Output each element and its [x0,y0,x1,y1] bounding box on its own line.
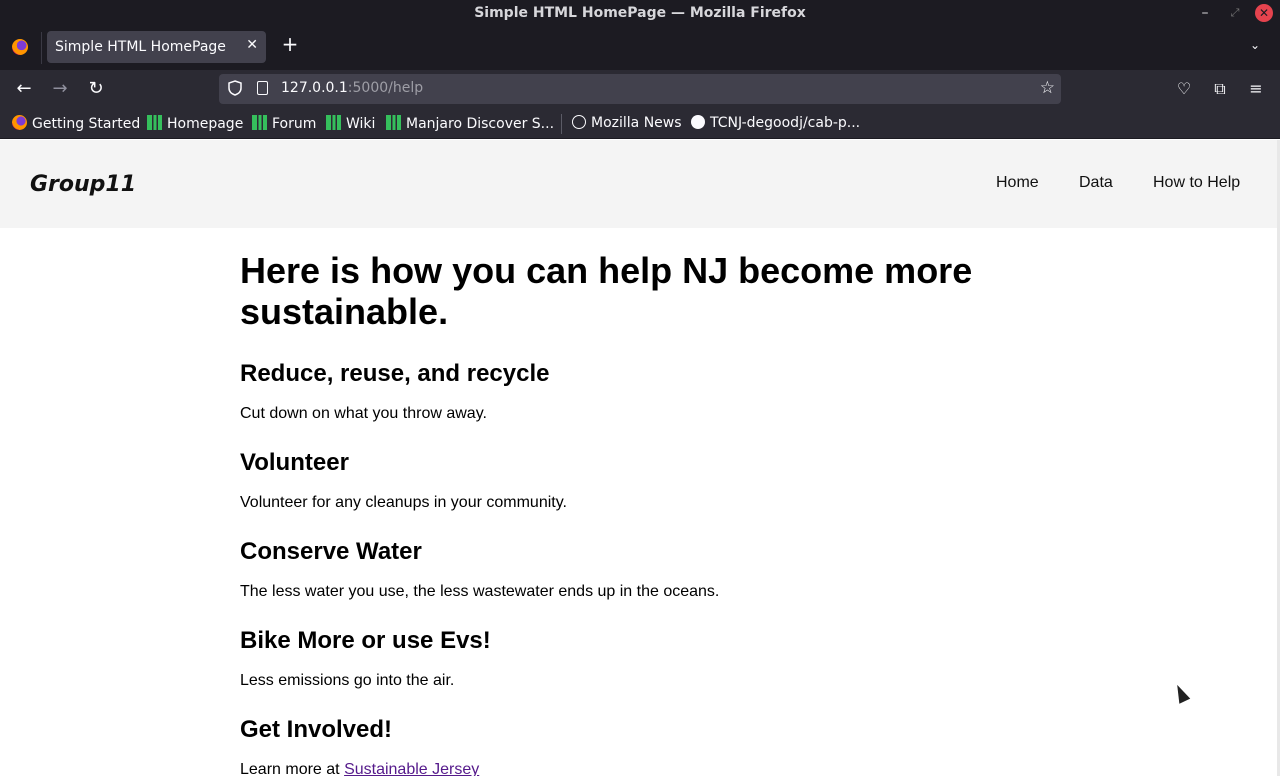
section-title-get-involved: Get Involved! [240,716,393,743]
bookmark-manjaro-discover[interactable]: Manjaro Discover S... [386,115,554,132]
pocket-icon[interactable]: ♡ [1173,78,1195,100]
github-icon [691,115,705,129]
bookmark-getting-started[interactable]: Getting Started [12,115,140,132]
section-text-get-involved: Learn more at Sustainable Jersey [240,760,1040,776]
minimize-icon[interactable]: – [1195,3,1215,23]
nav-link-how-to-help[interactable]: How to Help [1153,174,1240,192]
section-title-bike: Bike More or use Evs! [240,627,491,654]
manjaro-icon [386,115,401,130]
bookmark-label: TCNJ-degoodj/cab-p... [710,115,861,131]
list-tabs-icon[interactable]: ⌄ [1250,38,1260,52]
nav-toolbar: ← → ↻ 127.0.0.1:5000/help ☆ ♡ ⧉ ≡ [0,70,1280,108]
hamburger-menu-icon[interactable]: ≡ [1245,78,1267,100]
tab-separator [41,32,42,64]
bookmarks-toolbar: Getting Started Homepage Forum Wiki Manj… [0,108,1280,139]
learn-more-text: Learn more at [240,761,345,776]
window-titlebar: Simple HTML HomePage — Mozilla Firefox –… [0,0,1280,26]
page-viewport: Group11 Home Data How to Help Here is ho… [0,140,1280,776]
reload-icon[interactable]: ↻ [85,78,107,100]
bookmark-forum[interactable]: Forum [252,115,316,132]
window-title: Simple HTML HomePage — Mozilla Firefox [474,5,806,21]
bookmarks-separator [561,114,562,134]
bookmark-label: Wiki [346,116,376,132]
nav-link-data[interactable]: Data [1079,174,1113,192]
site-header: Group11 Home Data How to Help [0,140,1280,228]
section-text-bike: Less emissions go into the air. [240,672,455,689]
main-content: Here is how you can help NJ become more … [240,250,1040,776]
url-host: 127.0.0.1 [281,80,348,96]
back-icon[interactable]: ← [13,78,35,100]
sustainable-jersey-link[interactable]: Sustainable Jersey [344,761,479,776]
site-brand[interactable]: Group11 [30,172,136,197]
globe-icon [572,115,586,129]
bookmark-label: Getting Started [32,116,141,132]
shield-icon[interactable] [228,80,242,96]
bookmark-homepage[interactable]: Homepage [147,115,243,132]
bookmark-label: Homepage [167,116,244,132]
tab-strip: Simple HTML HomePage ✕ + ⌄ [0,26,1280,70]
page-info-icon[interactable] [257,81,268,95]
manjaro-icon [252,115,267,130]
url-text[interactable]: 127.0.0.1:5000/help [281,80,423,96]
new-tab-icon[interactable]: + [280,34,300,54]
url-path: :5000/help [347,80,424,96]
section-text-volunteer: Volunteer for any cleanups in your commu… [240,494,567,511]
forward-icon[interactable]: → [49,78,71,100]
section-title-recycle: Reduce, reuse, and recycle [240,360,550,387]
tab-close-icon[interactable]: ✕ [246,37,258,53]
bookmark-wiki[interactable]: Wiki [326,115,375,132]
bookmark-mozilla-news[interactable]: Mozilla News [572,115,682,131]
tab-active[interactable]: Simple HTML HomePage ✕ [47,31,266,63]
firefox-icon [12,115,27,130]
bookmark-star-icon[interactable]: ☆ [1040,78,1055,98]
bookmark-label: Forum [272,116,317,132]
section-text-recycle: Cut down on what you throw away. [240,405,487,422]
close-window-icon[interactable]: ✕ [1255,4,1273,22]
bookmark-label: Manjaro Discover S... [406,116,555,132]
section-title-water: Conserve Water [240,538,422,565]
manjaro-icon [326,115,341,130]
bookmark-github-repo[interactable]: TCNJ-degoodj/cab-p... [691,115,860,131]
url-bar[interactable]: 127.0.0.1:5000/help ☆ [219,74,1061,104]
bookmark-label: Mozilla News [591,115,682,131]
section-text-water: The less water you use, the less wastewa… [240,583,720,600]
section-title-volunteer: Volunteer [240,449,349,476]
firefox-menu-icon[interactable] [12,39,28,55]
nav-link-home[interactable]: Home [996,174,1039,192]
extensions-icon[interactable]: ⧉ [1209,78,1231,100]
manjaro-icon [147,115,162,130]
tab-label: Simple HTML HomePage [55,39,226,55]
maximize-icon[interactable]: ⤢ [1225,3,1245,23]
page-title: Here is how you can help NJ become more … [240,250,973,332]
